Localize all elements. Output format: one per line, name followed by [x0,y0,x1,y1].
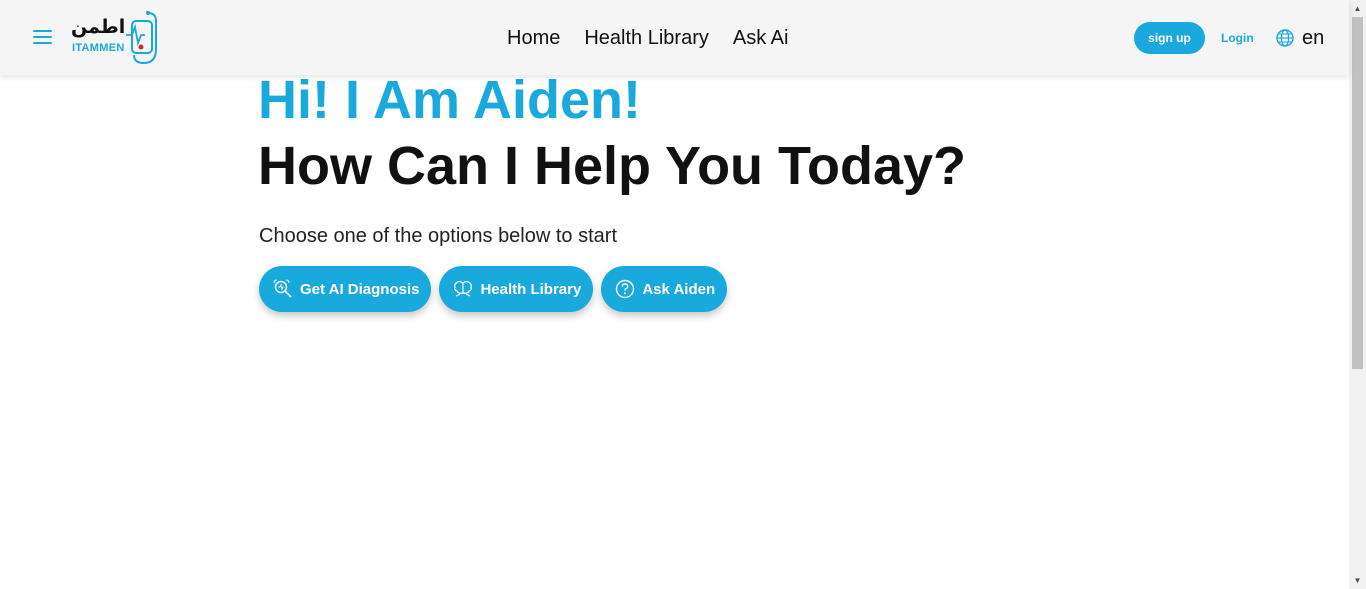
stethoscope-logo-icon [126,11,157,65]
hero-greeting: Hi! I Am Aiden! [258,70,641,130]
vertical-scrollbar[interactable]: ▲ ▼ [1349,0,1366,589]
login-link[interactable]: Login [1221,31,1254,45]
page: اطمن ITAMMEN Home Health Library Ask Ai … [0,0,1366,589]
logo-latin-text: ITAMMEN [72,42,125,54]
scroll-down-arrow-icon[interactable]: ▼ [1349,572,1366,589]
library-brain-icon [453,279,473,299]
scrollbar-thumb[interactable] [1352,17,1363,369]
get-ai-diagnosis-label: Get AI Diagnosis [300,280,420,298]
main-nav: Home Health Library Ask Ai [507,26,788,50]
language-label: en [1302,27,1325,49]
nav-health-library-link[interactable]: Health Library [584,26,709,50]
option-buttons: Get AI Diagnosis Health Library Ask Aide… [259,266,728,312]
hamburger-menu-icon[interactable] [33,30,53,46]
language-selector[interactable]: en [1276,27,1324,49]
signup-button[interactable]: sign up [1134,22,1205,54]
ask-aiden-label: Ask Aiden [642,280,716,298]
hero-title: How Can I Help You Today? [258,136,967,196]
brand-logo[interactable]: اطمن ITAMMEN [68,9,163,67]
ask-aiden-button[interactable]: Ask Aiden [601,266,728,312]
navbar: اطمن ITAMMEN Home Health Library Ask Ai … [0,0,1349,75]
hero-subtitle: Choose one of the options below to start [259,225,618,247]
health-library-label: Health Library [480,280,582,298]
diagnosis-search-icon [273,279,293,299]
nav-ask-ai-link[interactable]: Ask Ai [733,26,789,50]
question-circle-icon [615,279,635,299]
health-library-button[interactable]: Health Library [439,266,594,312]
globe-icon [1276,29,1294,47]
scroll-up-arrow-icon[interactable]: ▲ [1349,0,1366,17]
get-ai-diagnosis-button[interactable]: Get AI Diagnosis [259,266,432,312]
nav-home-link[interactable]: Home [507,26,560,50]
